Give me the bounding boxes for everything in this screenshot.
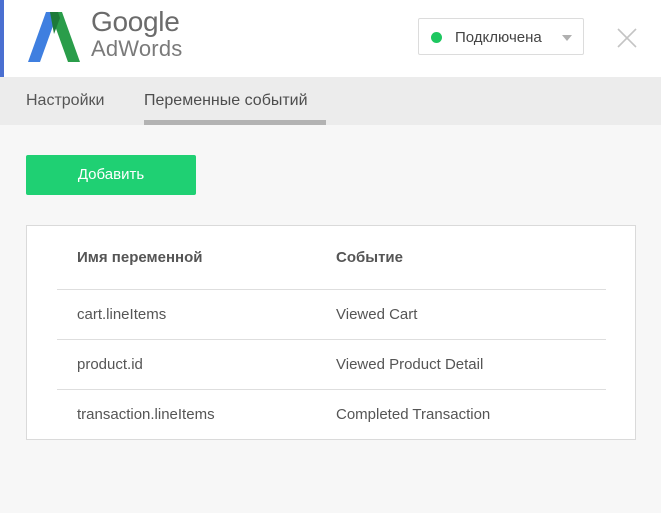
active-tab-indicator xyxy=(144,120,326,125)
logo-adwords-text: AdWords xyxy=(91,36,183,61)
row-divider xyxy=(57,389,606,390)
status-label: Подключена xyxy=(455,29,542,46)
column-header-variable-name: Имя переменной xyxy=(77,249,203,266)
app-header: Google AdWords Подключена xyxy=(0,0,661,77)
tab-settings[interactable]: Настройки xyxy=(26,92,104,110)
row-divider xyxy=(57,339,606,340)
tab-event-variables[interactable]: Переменные событий xyxy=(144,92,308,110)
logo-google-text: Google xyxy=(91,6,180,37)
accent-bar xyxy=(0,0,4,77)
add-button[interactable]: Добавить xyxy=(26,155,196,195)
table-cell-variable: cart.lineItems xyxy=(77,306,167,323)
chevron-down-icon xyxy=(562,35,572,41)
connection-status-dropdown[interactable]: Подключена xyxy=(418,18,584,55)
status-dot-icon xyxy=(431,32,442,43)
table-cell-variable: transaction.lineItems xyxy=(77,406,215,423)
logo-text: Google AdWords xyxy=(91,8,182,60)
event-variables-table: Имя переменной Событие cart.lineItems Vi… xyxy=(26,225,636,440)
table-cell-event: Viewed Cart xyxy=(336,306,418,323)
tab-bar: Настройки Переменные событий xyxy=(0,77,661,125)
table-cell-event: Completed Transaction xyxy=(336,406,491,423)
close-icon[interactable] xyxy=(616,27,638,49)
table-cell-variable: product.id xyxy=(77,356,143,373)
column-header-event: Событие xyxy=(336,249,403,266)
adwords-logo-icon xyxy=(28,12,80,62)
row-divider xyxy=(57,289,606,290)
table-cell-event: Viewed Product Detail xyxy=(336,356,484,373)
